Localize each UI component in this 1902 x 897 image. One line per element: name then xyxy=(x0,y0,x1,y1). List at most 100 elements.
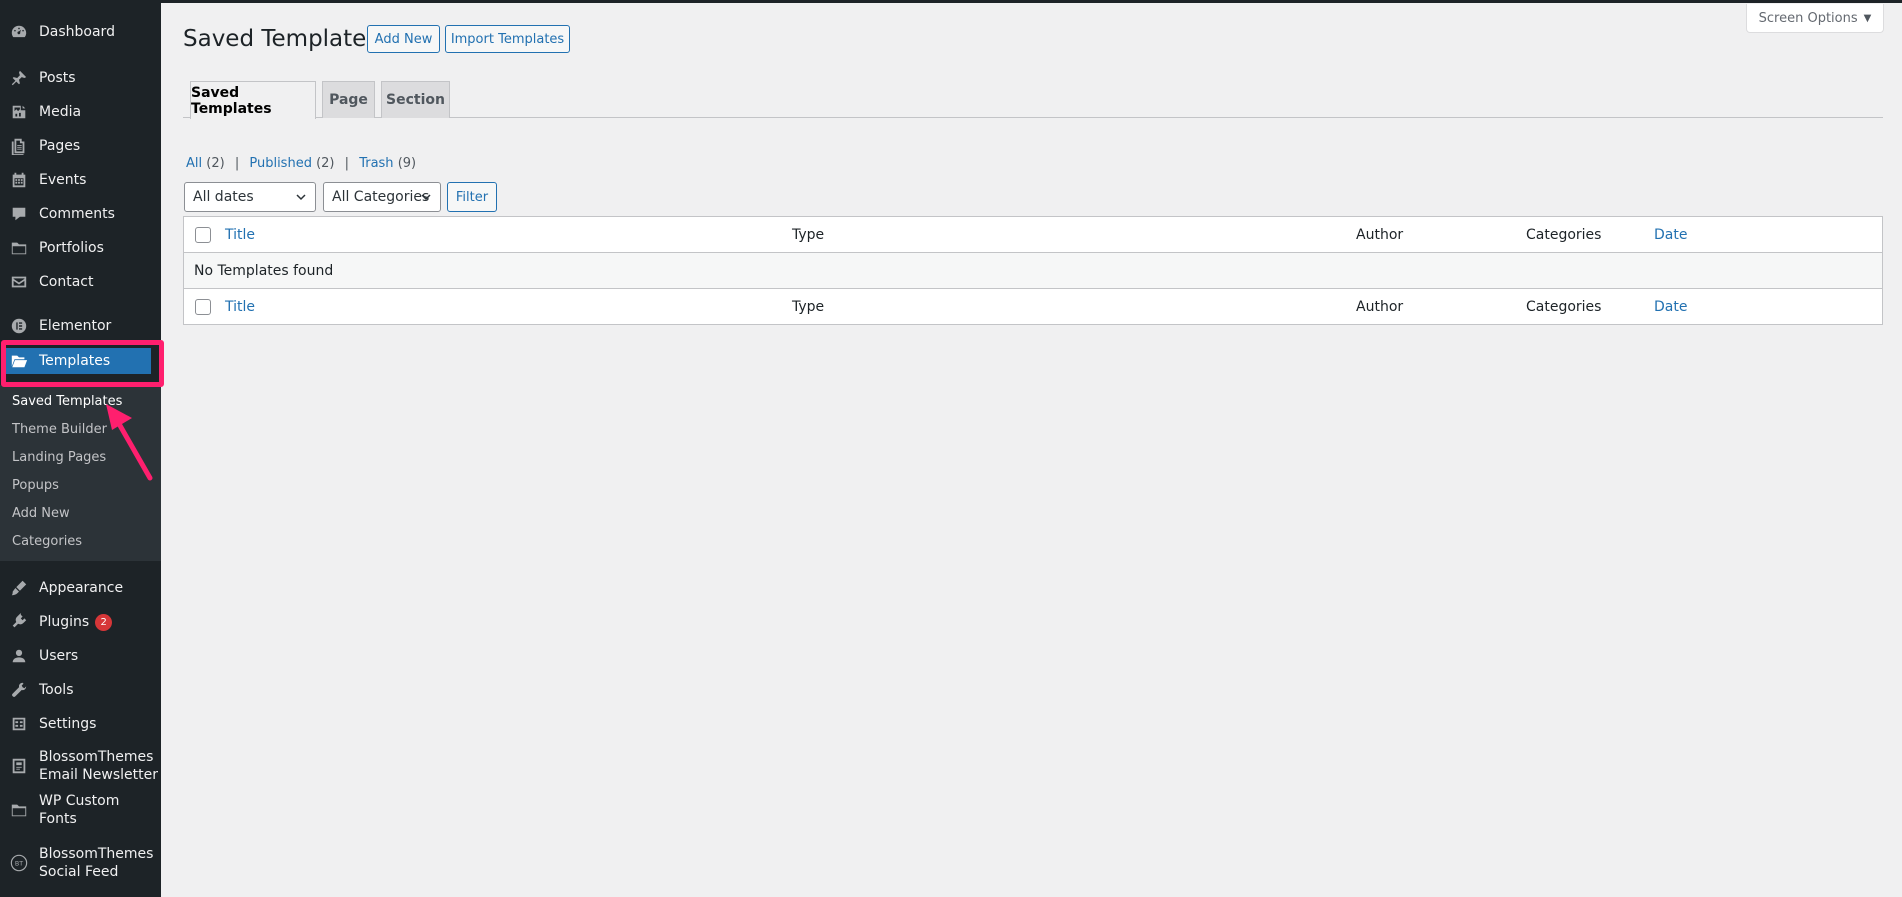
sidebar-item-label-line2: Email Newsletter xyxy=(39,767,158,783)
submenu-item-landing-pages[interactable]: Landing Pages xyxy=(12,449,106,467)
view-all-link[interactable]: All xyxy=(186,156,202,171)
sidebar-item-label: Elementor xyxy=(39,318,112,334)
sidebar-item-label: Comments xyxy=(39,206,115,222)
sidebar-item-templates[interactable]: Templates xyxy=(6,348,151,374)
sidebar-item-label-line1: BlossomThemes xyxy=(39,749,154,765)
chevron-down-icon xyxy=(421,194,431,201)
sidebar-item-label: Templates xyxy=(39,353,111,369)
sidebar-item-label: Tools xyxy=(39,682,74,698)
screen-options-label: Screen Options xyxy=(1758,10,1858,26)
wrench-icon xyxy=(10,681,28,699)
sidebar-item-label: Media xyxy=(39,104,82,120)
chevron-down-icon xyxy=(296,194,306,201)
sidebar-item-pages[interactable]: Pages xyxy=(0,136,161,156)
sidebar-item-settings[interactable]: Settings xyxy=(0,714,161,734)
dashboard-icon xyxy=(10,23,28,41)
select-all-checkbox[interactable] xyxy=(195,227,211,243)
import-templates-button[interactable]: Import Templates xyxy=(445,25,570,53)
screen-options-button[interactable]: Screen Options ▼ xyxy=(1746,4,1884,33)
media-icon xyxy=(10,103,28,121)
submenu-item-saved-templates[interactable]: Saved Templates xyxy=(12,393,122,411)
comment-icon xyxy=(10,205,28,223)
category-filter-select[interactable]: All Categories xyxy=(323,182,441,212)
submenu-item-add-new[interactable]: Add New xyxy=(12,505,70,523)
sidebar-item-label: Appearance xyxy=(39,580,124,596)
sidebar-item-label: BlossomThemes Social Feed xyxy=(39,845,153,881)
column-header-title[interactable]: Title xyxy=(225,217,255,253)
column-header-categories: Categories xyxy=(1526,227,1602,243)
sidebar-item-portfolios[interactable]: Portfolios xyxy=(0,238,161,258)
column-header-type: Type xyxy=(792,227,825,243)
user-icon xyxy=(10,647,28,665)
template-type-tabs: Saved Templates Page Section xyxy=(183,81,1883,119)
folder-icon xyxy=(10,801,28,819)
column-header-date[interactable]: Date xyxy=(1654,217,1687,253)
sidebar-item-users[interactable]: Users xyxy=(0,646,161,666)
column-footer-date[interactable]: Date xyxy=(1654,289,1687,325)
sidebar-item-label-line1: BlossomThemes xyxy=(39,846,154,862)
select-all-checkbox-footer[interactable] xyxy=(195,299,211,315)
no-items-row: No Templates found xyxy=(184,253,1882,289)
settings-icon xyxy=(10,715,28,733)
caret-down-icon: ▼ xyxy=(1863,12,1872,24)
submenu-item-categories[interactable]: Categories xyxy=(12,533,82,551)
sidebar-item-blossomthemes-email-newsletter[interactable]: BlossomThemes Email Newsletter xyxy=(0,748,161,784)
sidebar-item-posts[interactable]: Posts xyxy=(0,68,161,88)
folder-open-icon xyxy=(10,352,28,370)
sidebar-item-appearance[interactable]: Appearance xyxy=(0,578,161,598)
tab-section[interactable]: Section xyxy=(381,81,450,118)
pages-icon xyxy=(10,137,28,155)
sidebar-item-tools[interactable]: Tools xyxy=(0,680,161,700)
tab-page[interactable]: Page xyxy=(322,81,375,118)
sidebar-item-media[interactable]: Media xyxy=(0,102,161,122)
status-views: All (2) | Published (2) | Trash (9) xyxy=(186,156,416,171)
sidebar-item-label: Users xyxy=(39,648,79,664)
bt-logo-icon: BT xyxy=(10,854,28,872)
column-header-author: Author xyxy=(1356,227,1404,243)
view-trash-link[interactable]: Trash xyxy=(359,156,393,171)
sidebar-item-blossomthemes-social-feed[interactable]: BT BlossomThemes Social Feed xyxy=(0,845,161,881)
submenu-item-popups[interactable]: Popups xyxy=(12,477,59,495)
date-filter-select[interactable]: All dates xyxy=(184,182,316,212)
folder-icon xyxy=(10,239,28,257)
view-published-link[interactable]: Published xyxy=(249,156,312,171)
column-footer-title[interactable]: Title xyxy=(225,289,255,325)
admin-bar-strip xyxy=(161,0,1902,3)
table-header-row: Title Type Author Categories Date xyxy=(184,217,1882,253)
newsletter-icon xyxy=(10,757,28,775)
add-new-button[interactable]: Add New xyxy=(367,25,440,53)
column-footer-categories: Categories xyxy=(1526,299,1602,315)
select-all-cell xyxy=(195,217,211,253)
svg-text:BT: BT xyxy=(15,861,23,868)
templates-submenu: Saved Templates Theme Builder Landing Pa… xyxy=(0,385,161,561)
pin-icon xyxy=(10,69,28,87)
sidebar-item-comments[interactable]: Comments xyxy=(0,204,161,224)
column-footer-type: Type xyxy=(792,299,825,315)
sidebar-item-label: BlossomThemes Email Newsletter xyxy=(39,748,158,784)
table-footer-row: Title Type Author Categories Date xyxy=(184,289,1882,325)
separator: | xyxy=(234,156,240,171)
plugin-update-badge: 2 xyxy=(95,613,113,631)
select-all-cell xyxy=(195,289,211,325)
brush-icon xyxy=(10,579,28,597)
tab-saved-templates[interactable]: Saved Templates xyxy=(190,81,316,119)
submenu-item-theme-builder[interactable]: Theme Builder xyxy=(12,421,107,439)
sidebar-item-label: Portfolios xyxy=(39,240,104,256)
sidebar-item-plugins[interactable]: Plugins 2 xyxy=(0,612,161,632)
sidebar-item-contact[interactable]: Contact xyxy=(0,272,161,292)
filter-button[interactable]: Filter xyxy=(447,182,497,212)
elementor-icon xyxy=(10,317,28,335)
sidebar-item-label-line2: Social Feed xyxy=(39,864,119,880)
page-title: Saved Templates xyxy=(183,26,379,52)
sidebar-item-elementor[interactable]: Elementor xyxy=(0,316,161,336)
sidebar-item-label: Plugins xyxy=(39,614,90,630)
sidebar-item-label: WP Custom Fonts xyxy=(39,793,120,827)
sidebar-item-label: Events xyxy=(39,172,87,188)
calendar-icon xyxy=(10,171,28,189)
sidebar-item-label: Posts xyxy=(39,70,76,86)
sidebar-item-events[interactable]: Events xyxy=(0,170,161,190)
plugin-icon xyxy=(10,613,28,631)
sidebar-item-dashboard[interactable]: Dashboard xyxy=(0,22,161,42)
sidebar-item-label: Contact xyxy=(39,274,94,290)
sidebar-item-wp-custom-fonts[interactable]: WP Custom Fonts xyxy=(0,793,161,827)
